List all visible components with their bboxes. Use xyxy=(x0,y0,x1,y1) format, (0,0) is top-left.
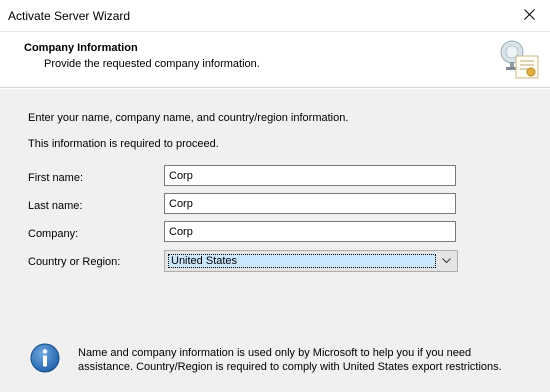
page-subtitle: Provide the requested company informatio… xyxy=(44,58,260,70)
country-select[interactable]: United States xyxy=(164,250,458,272)
info-icon xyxy=(30,343,60,373)
company-field[interactable] xyxy=(164,221,456,242)
page-title: Company Information xyxy=(24,42,138,54)
close-icon xyxy=(524,9,535,20)
chevron-down-icon[interactable] xyxy=(442,258,451,264)
country-selected-value: United States xyxy=(168,254,436,268)
required-note: This information is required to proceed. xyxy=(28,138,219,150)
intro-text: Enter your name, company name, and count… xyxy=(28,112,349,124)
first-name-label: First name: xyxy=(28,172,84,184)
first-name-field[interactable] xyxy=(164,165,456,186)
last-name-field[interactable] xyxy=(164,193,456,214)
close-button[interactable] xyxy=(518,5,542,25)
company-label: Company: xyxy=(28,228,79,240)
header-separator xyxy=(0,88,550,89)
certificate-icon xyxy=(500,40,539,79)
window-title: Activate Server Wizard xyxy=(8,9,131,23)
wizard-header: Company Information Provide the requeste… xyxy=(0,32,550,88)
last-name-label: Last name: xyxy=(28,200,83,212)
info-message: Name and company information is used onl… xyxy=(78,347,502,373)
wizard-window: Activate Server Wizard Company Informati… xyxy=(0,0,550,392)
country-label: Country or Region: xyxy=(28,256,121,268)
title-bar: Activate Server Wizard xyxy=(0,0,550,32)
